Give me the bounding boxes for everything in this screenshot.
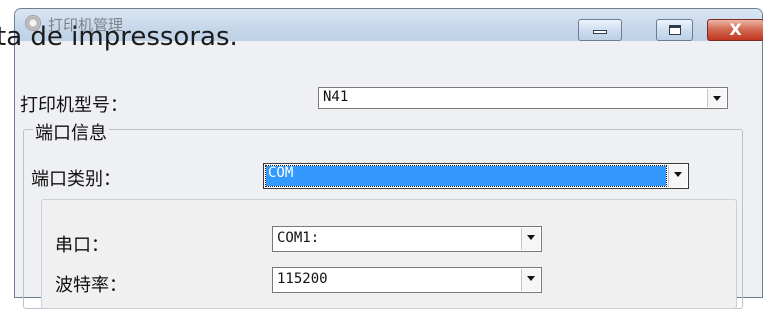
port-info-group-label: 端口信息 — [33, 119, 109, 145]
baud-rate-value: 115200 — [277, 271, 328, 287]
close-icon: X — [729, 20, 742, 39]
printer-model-label: 打印机型号： — [20, 95, 128, 116]
port-type-select[interactable]: COM — [263, 163, 689, 189]
chevron-down-icon[interactable] — [521, 269, 540, 291]
baud-rate-select[interactable]: 115200 — [272, 267, 542, 293]
maximize-icon — [669, 25, 681, 35]
port-type-label: 端口类别： — [31, 169, 121, 190]
overlay-caption-text: ta de impressoras. — [0, 22, 238, 52]
printer-model-value: N41 — [323, 89, 349, 105]
serial-port-select[interactable]: COM1: — [272, 226, 542, 252]
printer-model-select[interactable]: N41 — [318, 87, 728, 109]
chevron-down-icon[interactable] — [668, 165, 687, 187]
minimize-icon — [593, 30, 607, 34]
maximize-button[interactable] — [656, 19, 693, 41]
chevron-down-icon[interactable] — [521, 228, 540, 250]
minimize-button[interactable] — [578, 19, 622, 41]
serial-port-label: 串口： — [55, 235, 109, 256]
chevron-down-icon[interactable] — [707, 89, 726, 107]
port-type-value: COM — [268, 165, 294, 181]
close-button[interactable]: X — [707, 19, 763, 41]
baud-rate-label: 波特率： — [55, 275, 127, 296]
port-type-selection: COM — [265, 165, 667, 187]
serial-port-value: COM1: — [277, 230, 320, 246]
